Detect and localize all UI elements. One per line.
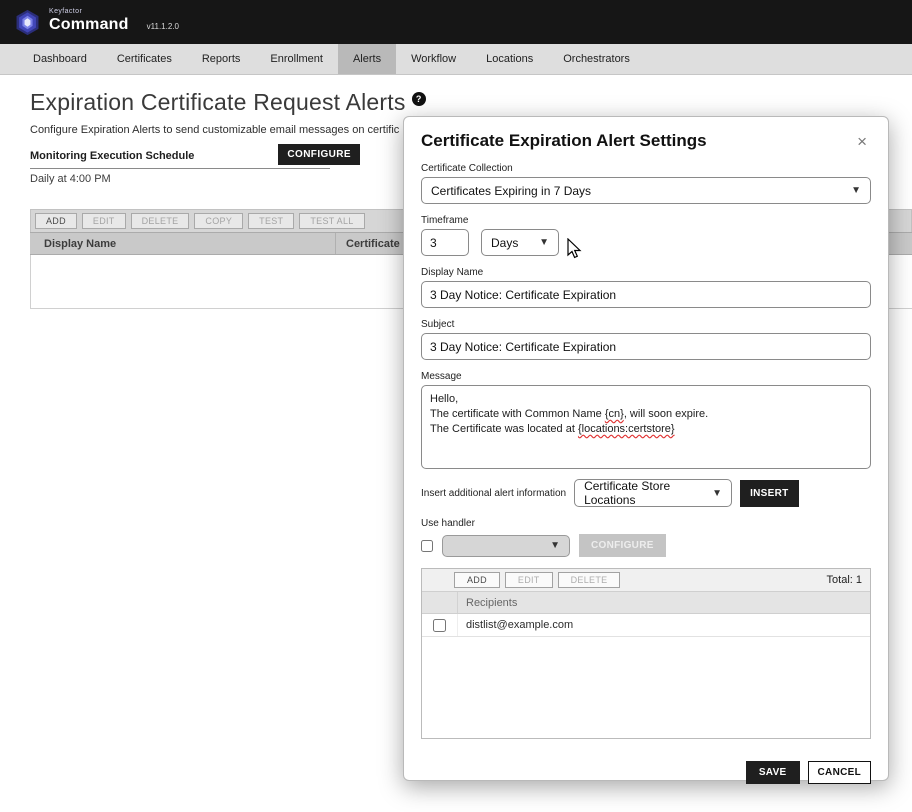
modal-title: Certificate Expiration Alert Settings [421, 131, 707, 151]
insert-info-value: Certificate Store Locations [584, 479, 712, 507]
keyfactor-logo: Keyfactor Command v11.1.2.0 [14, 8, 179, 36]
recipient-delete-button[interactable]: DELETE [558, 572, 621, 588]
message-line-2: The certificate with Common Name {cn}, w… [430, 407, 862, 422]
main-nav: Dashboard Certificates Reports Enrollmen… [0, 44, 912, 75]
message-line-1: Hello, [430, 392, 862, 407]
locations-variable-token: {locations:certstore} [578, 423, 675, 435]
certificate-collection-label: Certificate Collection [421, 163, 871, 174]
column-header-display-name[interactable]: Display Name [30, 238, 335, 250]
recipients-column-header[interactable]: Recipients [458, 597, 517, 609]
chevron-down-icon: ▼ [851, 185, 861, 196]
nav-item-alerts[interactable]: Alerts [338, 44, 396, 74]
recipient-add-button[interactable]: ADD [454, 572, 500, 588]
close-icon[interactable]: × [853, 131, 871, 152]
subject-label: Subject [421, 319, 871, 330]
help-icon[interactable]: ? [412, 92, 426, 106]
display-name-label: Display Name [421, 267, 871, 278]
recipients-total: Total: 1 [827, 574, 862, 586]
timeframe-label: Timeframe [421, 215, 871, 226]
timeframe-unit-value: Days [491, 236, 518, 250]
subject-input[interactable] [421, 333, 871, 360]
handler-configure-button[interactable]: CONFIGURE [579, 534, 666, 557]
insert-info-label: Insert additional alert information [421, 488, 566, 499]
nav-item-enrollment[interactable]: Enrollment [255, 44, 338, 74]
cancel-button[interactable]: CANCEL [808, 761, 871, 784]
recipients-toolbar: ADD EDIT DELETE Total: 1 [422, 569, 870, 591]
schedule-configure-button[interactable]: CONFIGURE [278, 144, 360, 165]
chevron-down-icon: ▼ [550, 540, 560, 551]
recipients-empty-area [422, 637, 870, 738]
use-handler-checkbox[interactable] [421, 540, 433, 552]
recipients-header: Recipients [422, 591, 870, 614]
page-title: Expiration Certificate Request Alerts [30, 89, 406, 116]
nav-item-workflow[interactable]: Workflow [396, 44, 471, 74]
chevron-down-icon: ▼ [712, 488, 722, 499]
nav-item-certificates[interactable]: Certificates [102, 44, 187, 74]
use-handler-label: Use handler [421, 518, 871, 529]
recipients-checkbox-column [422, 592, 458, 613]
recipient-row-checkbox[interactable] [433, 619, 446, 632]
alert-settings-modal: Certificate Expiration Alert Settings × … [403, 116, 889, 781]
nav-item-locations[interactable]: Locations [471, 44, 548, 74]
version-label: v11.1.2.0 [147, 22, 179, 31]
test-button[interactable]: TEST [248, 213, 294, 229]
insert-info-select[interactable]: Certificate Store Locations ▼ [574, 479, 732, 507]
test-all-button[interactable]: TEST ALL [299, 213, 364, 229]
brand-keyfactor: Keyfactor [49, 8, 129, 15]
certificate-collection-select[interactable]: Certificates Expiring in 7 Days ▼ [421, 177, 871, 204]
keyfactor-hex-icon [14, 9, 41, 36]
nav-item-orchestrators[interactable]: Orchestrators [548, 44, 645, 74]
message-line-3: The Certificate was located at {location… [430, 422, 862, 437]
message-textarea[interactable]: Hello, The certificate with Common Name … [421, 385, 871, 469]
message-label: Message [421, 371, 871, 382]
delete-button[interactable]: DELETE [131, 213, 190, 229]
chevron-down-icon: ▼ [539, 237, 549, 248]
cn-variable-token: {cn} [605, 408, 624, 420]
recipient-edit-button[interactable]: EDIT [505, 572, 553, 588]
monitoring-schedule-section: Monitoring Execution Schedule CONFIGURE … [30, 150, 330, 185]
table-row[interactable]: distlist@example.com [422, 614, 870, 637]
recipients-grid: ADD EDIT DELETE Total: 1 Recipients dist… [421, 568, 871, 739]
schedule-value: Daily at 4:00 PM [30, 173, 330, 185]
timeframe-unit-select[interactable]: Days ▼ [481, 229, 559, 256]
certificate-collection-value: Certificates Expiring in 7 Days [431, 184, 591, 198]
handler-select[interactable]: ▼ [442, 535, 570, 557]
nav-item-dashboard[interactable]: Dashboard [18, 44, 102, 74]
save-button[interactable]: SAVE [746, 761, 800, 784]
recipient-email: distlist@example.com [458, 619, 573, 631]
brand-command: Command [49, 17, 129, 33]
nav-item-reports[interactable]: Reports [187, 44, 256, 74]
display-name-input[interactable] [421, 281, 871, 308]
top-app-bar: Keyfactor Command v11.1.2.0 [0, 0, 912, 44]
insert-button[interactable]: INSERT [740, 480, 798, 507]
edit-button[interactable]: EDIT [82, 213, 126, 229]
copy-button[interactable]: COPY [194, 213, 243, 229]
timeframe-input[interactable] [421, 229, 469, 256]
add-button[interactable]: ADD [35, 213, 77, 229]
